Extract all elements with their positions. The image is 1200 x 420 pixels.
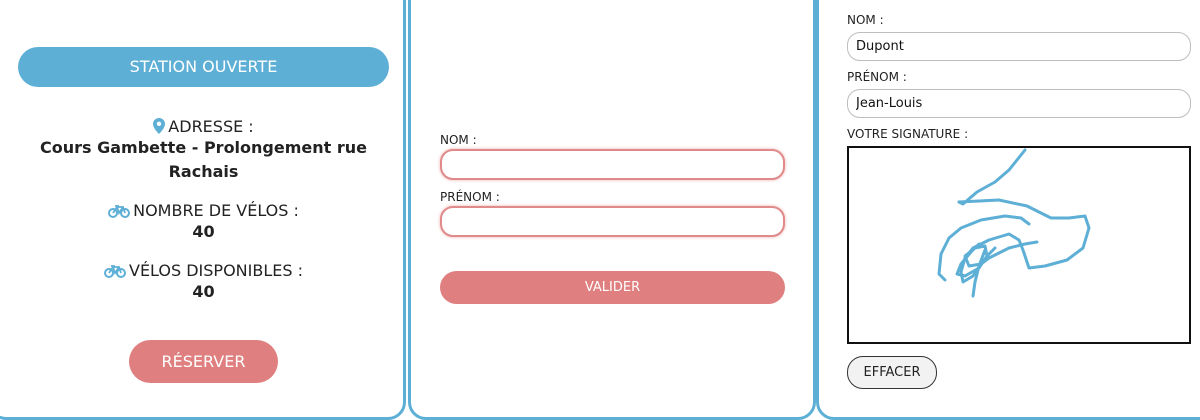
signature-canvas[interactable] [847, 146, 1191, 344]
form-nom-label: NOM : [440, 133, 477, 147]
signature-label: VOTRE SIGNATURE : [847, 127, 969, 141]
bicycle-icon [108, 205, 131, 218]
available-label-row: VÉLOS DISPONIBLES : [10, 261, 397, 280]
available-block: VÉLOS DISPONIBLES : 40 [10, 261, 397, 304]
form-nom-input[interactable] [440, 149, 785, 180]
bikes-block: NOMBRE DE VÉLOS : 40 [10, 201, 397, 244]
available-value: 40 [192, 282, 215, 301]
available-label: VÉLOS DISPONIBLES : [129, 261, 303, 280]
bikes-label-row: NOMBRE DE VÉLOS : [10, 201, 397, 220]
address-value: Cours Gambette - Prolongement rue Rachai… [40, 138, 367, 181]
form-prenom-input[interactable] [440, 206, 785, 237]
map-pin-icon [153, 118, 166, 134]
address-label: ADRESSE : [168, 117, 254, 136]
signature-nom-input[interactable] [847, 32, 1191, 61]
bikes-value: 40 [192, 222, 215, 241]
signature-nom-label: NOM : [847, 13, 884, 27]
bicycle-icon [104, 265, 126, 278]
submit-button[interactable]: VALIDER [440, 271, 785, 304]
signature-prenom-label: PRÉNOM : [847, 70, 907, 84]
address-label-row: ADRESSE : [10, 117, 397, 136]
address-block: ADRESSE : Cours Gambette - Prolongement … [10, 117, 397, 184]
signature-prenom-input[interactable] [847, 89, 1191, 118]
clear-signature-button[interactable]: EFFACER [847, 356, 937, 389]
station-status-badge: STATION OUVERTE [18, 47, 389, 87]
bikes-label: NOMBRE DE VÉLOS : [133, 201, 299, 220]
reserve-button[interactable]: RÉSERVER [129, 340, 278, 383]
signature-stroke [937, 148, 1091, 298]
form-prenom-label: PRÉNOM : [440, 190, 500, 204]
